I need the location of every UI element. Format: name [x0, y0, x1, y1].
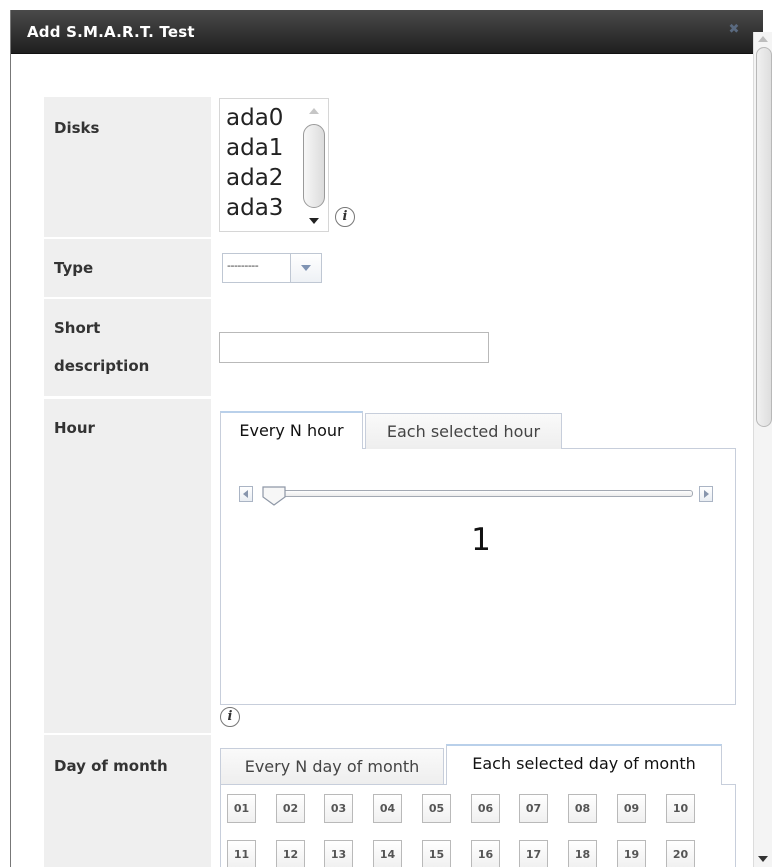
- type-select-arrow-button[interactable]: [290, 254, 321, 282]
- day-button[interactable]: 01: [227, 794, 256, 823]
- slider-increment-button[interactable]: [699, 486, 713, 502]
- disks-listbox[interactable]: ada0 ada1 ada2 ada3: [219, 98, 329, 232]
- disks-label: Disks: [54, 119, 100, 137]
- listbox-scroll-down-icon[interactable]: [309, 218, 319, 224]
- dialog-titlebar[interactable]: Add S.M.A.R.T. Test ✖: [11, 10, 763, 54]
- day-button[interactable]: 05: [422, 794, 451, 823]
- scroll-down-arrow-icon[interactable]: [758, 856, 768, 862]
- tab-every-n-day-of-month[interactable]: Every N day of month: [220, 748, 444, 784]
- day-button[interactable]: 12: [276, 840, 305, 867]
- hour-slider-value: 1: [471, 522, 491, 558]
- tab-every-n-hour[interactable]: Every N hour: [220, 411, 363, 449]
- hour-label-cell: Hour: [44, 399, 211, 733]
- hour-tab-panel: [220, 448, 736, 705]
- day-button[interactable]: 09: [617, 794, 646, 823]
- add-smart-test-dialog: Add S.M.A.R.T. Test ✖ Disks ada0 ada1 ad…: [10, 10, 772, 867]
- short-description-label-line2: description: [54, 357, 150, 375]
- day-button[interactable]: 11: [227, 840, 256, 867]
- hour-slider-track[interactable]: [263, 490, 693, 497]
- close-x-icon[interactable]: ✖: [727, 23, 741, 37]
- day-button[interactable]: 06: [471, 794, 500, 823]
- day-button[interactable]: 15: [422, 840, 451, 867]
- day-button[interactable]: 20: [666, 840, 695, 867]
- disk-option[interactable]: ada3: [226, 193, 283, 223]
- scroll-up-arrow-icon[interactable]: [758, 36, 768, 42]
- tab-each-selected-hour[interactable]: Each selected hour: [365, 413, 562, 449]
- type-label-cell: Type: [44, 239, 211, 297]
- day-button[interactable]: 07: [519, 794, 548, 823]
- disks-listbox-scrollbar[interactable]: [302, 102, 326, 228]
- short-description-label-cell: Short description: [44, 299, 211, 396]
- day-button[interactable]: 08: [568, 794, 597, 823]
- short-description-label-line1: Short: [54, 319, 101, 337]
- day-button[interactable]: 03: [324, 794, 353, 823]
- disks-info-icon[interactable]: i: [335, 207, 355, 227]
- day-button[interactable]: 17: [519, 840, 548, 867]
- day-button[interactable]: 13: [324, 840, 353, 867]
- day-button[interactable]: 02: [276, 794, 305, 823]
- disk-option[interactable]: ada2: [226, 163, 283, 193]
- hour-slider-handle[interactable]: [261, 485, 287, 507]
- day-button[interactable]: 19: [617, 840, 646, 867]
- day-of-month-label: Day of month: [54, 757, 168, 775]
- disk-option[interactable]: ada0: [226, 103, 283, 133]
- disks-label-cell: Disks: [44, 97, 211, 237]
- listbox-scroll-thumb[interactable]: [303, 124, 325, 208]
- day-button[interactable]: 14: [373, 840, 402, 867]
- dialog-title: Add S.M.A.R.T. Test: [27, 23, 195, 41]
- type-label: Type: [54, 259, 94, 277]
- day-button[interactable]: 16: [471, 840, 500, 867]
- listbox-scroll-up-icon[interactable]: [309, 108, 319, 114]
- day-button[interactable]: 18: [568, 840, 597, 867]
- type-select[interactable]: ---------: [222, 253, 322, 283]
- day-button[interactable]: 10: [666, 794, 695, 823]
- short-description-input[interactable]: [219, 332, 489, 363]
- dialog-scrollbar[interactable]: [753, 32, 772, 867]
- hour-label: Hour: [54, 419, 95, 437]
- chevron-down-icon: [301, 265, 311, 271]
- hour-info-icon[interactable]: i: [220, 707, 240, 727]
- slider-decrement-button[interactable]: [239, 486, 253, 502]
- type-select-value: ---------: [227, 259, 259, 272]
- day-of-month-label-cell: Day of month: [44, 735, 211, 867]
- disk-option[interactable]: ada1: [226, 133, 283, 163]
- tab-each-selected-day-of-month[interactable]: Each selected day of month: [446, 744, 722, 785]
- scroll-thumb[interactable]: [756, 47, 772, 427]
- day-button[interactable]: 04: [373, 794, 402, 823]
